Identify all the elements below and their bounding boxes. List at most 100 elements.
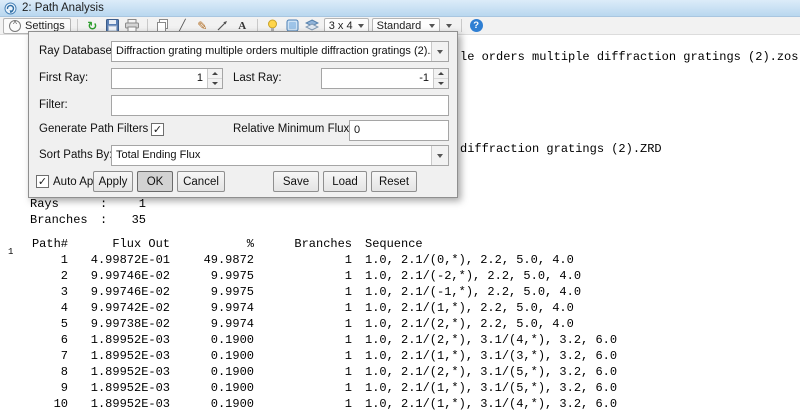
cell-percent: 9.9974 <box>170 316 254 332</box>
apply-button[interactable]: Apply <box>93 171 133 192</box>
cell-percent: 49.9872 <box>170 252 254 268</box>
style-label: Standard <box>377 20 422 32</box>
generate-path-filters-label: Generate Path Filters <box>39 120 148 139</box>
cell-flux-out: 1.89952E-03 <box>68 364 170 380</box>
path-analysis-window: 2: Path Analysis ^ Settings ↻ ╱ <box>0 0 800 412</box>
window-title: 2: Path Analysis <box>22 2 104 14</box>
stat-label: Rays <box>30 196 100 212</box>
table-row: 10 1.89952E-03 0.1900 1 1.0, 2.1/(1,*), … <box>30 396 617 412</box>
text-fragment-zrd: diffraction gratings (2).ZRD <box>460 142 662 156</box>
cell-branches: 1 <box>254 268 352 284</box>
cell-flux-out: 9.99738E-02 <box>68 316 170 332</box>
spin-down-icon[interactable] <box>434 79 448 88</box>
separator <box>461 19 462 32</box>
cell-branches: 1 <box>254 316 352 332</box>
cell-percent: 0.1900 <box>170 332 254 348</box>
cell-branches: 1 <box>254 252 352 268</box>
cell-path: 4 <box>30 300 68 316</box>
table-row: 2 9.99746E-02 9.9975 1 1.0, 2.1/(-2,*), … <box>30 268 617 284</box>
refresh-icon: ↻ <box>87 20 97 32</box>
table-row: 5 9.99738E-02 9.9974 1 1.0, 2.1/(2,*), 2… <box>30 316 617 332</box>
cancel-button[interactable]: Cancel <box>177 171 225 192</box>
path-table: Path# Flux Out % Branches Sequence 1 4.9… <box>30 236 617 412</box>
spin-up-icon[interactable] <box>434 69 448 79</box>
chevron-down-icon <box>446 24 452 28</box>
cell-sequence: 1.0, 2.1/(-2,*), 2.2, 5.0, 4.0 <box>365 268 581 284</box>
chevron-down-icon <box>358 24 364 28</box>
first-ray-spinner[interactable]: 1 <box>111 68 223 89</box>
reset-button[interactable]: Reset <box>371 171 417 192</box>
spinner-buttons[interactable] <box>433 69 448 88</box>
chevron-down-icon[interactable] <box>431 146 448 165</box>
table-row: 7 1.89952E-03 0.1900 1 1.0, 2.1/(1,*), 3… <box>30 348 617 364</box>
cell-percent: 9.9975 <box>170 268 254 284</box>
relative-min-flux-value: 0 <box>350 121 448 140</box>
settings-panel: Ray Database: Diffraction grating multip… <box>28 31 458 198</box>
ok-button[interactable]: OK <box>137 171 173 192</box>
table-row: 8 1.89952E-03 0.1900 1 1.0, 2.1/(2,*), 3… <box>30 364 617 380</box>
filter-label: Filter: <box>39 95 68 116</box>
stat-value: 35 <box>114 212 146 228</box>
stat-colon: : <box>100 212 114 228</box>
relative-min-flux-input[interactable]: 0 <box>349 120 449 141</box>
cell-path: 1 <box>30 252 68 268</box>
load-button[interactable]: Load <box>323 171 367 192</box>
last-ray-label: Last Ray: <box>233 68 282 89</box>
filter-value <box>112 96 448 115</box>
spin-down-icon[interactable] <box>208 79 222 88</box>
column-header-flux-out: Flux Out <box>68 236 170 252</box>
text-icon: A <box>238 20 246 32</box>
ray-database-dropdown[interactable]: Diffraction grating multiple orders mult… <box>111 41 449 62</box>
cell-sequence: 1.0, 2.1/(1,*), 3.1/(3,*), 3.2, 6.0 <box>365 348 617 364</box>
sort-paths-by-value: Total Ending Flux <box>112 146 431 165</box>
cell-sequence: 1.0, 2.1/(2,*), 3.1/(4,*), 3.2, 6.0 <box>365 332 617 348</box>
cell-flux-out: 1.89952E-03 <box>68 396 170 412</box>
generate-path-filters-checkbox[interactable]: ✓ <box>151 123 164 136</box>
window-icon <box>4 2 17 15</box>
filter-input[interactable] <box>111 95 449 116</box>
cell-sequence: 1.0, 2.1/(2,*), 3.1/(5,*), 3.2, 6.0 <box>365 364 617 380</box>
last-ray-spinner[interactable]: -1 <box>321 68 449 89</box>
chevron-down-icon[interactable] <box>431 42 448 61</box>
title-bar[interactable]: 2: Path Analysis <box>0 0 800 17</box>
spinner-buttons[interactable] <box>207 69 222 88</box>
cell-percent: 9.9974 <box>170 300 254 316</box>
stat-branches: Branches : 35 <box>30 212 146 228</box>
cell-flux-out: 1.89952E-03 <box>68 380 170 396</box>
ray-database-value: Diffraction grating multiple orders mult… <box>112 42 431 61</box>
cell-percent: 0.1900 <box>170 380 254 396</box>
cell-sequence: 1.0, 2.1/(0,*), 2.2, 5.0, 4.0 <box>365 252 574 268</box>
cell-flux-out: 9.99746E-02 <box>68 284 170 300</box>
text-fragment-zos: le orders multiple diffraction gratings … <box>460 50 798 64</box>
table-row: 3 9.99746E-02 9.9975 1 1.0, 2.1/(-1,*), … <box>30 284 617 300</box>
cell-branches: 1 <box>254 332 352 348</box>
cell-flux-out: 1.89952E-03 <box>68 348 170 364</box>
cell-percent: 0.1900 <box>170 348 254 364</box>
stat-value: 1 <box>114 196 146 212</box>
table-row: 9 1.89952E-03 0.1900 1 1.0, 2.1/(1,*), 3… <box>30 380 617 396</box>
help-button[interactable]: ? <box>468 18 485 34</box>
save-button[interactable]: Save <box>273 171 319 192</box>
cell-flux-out: 9.99742E-02 <box>68 300 170 316</box>
column-header-branches: Branches <box>254 236 352 252</box>
cell-branches: 1 <box>254 364 352 380</box>
cell-path: 3 <box>30 284 68 300</box>
chevron-down-icon <box>429 24 435 28</box>
auto-apply-checkbox[interactable]: ✓ <box>36 175 49 188</box>
cell-path: 6 <box>30 332 68 348</box>
cell-branches: 1 <box>254 300 352 316</box>
column-header-sequence: Sequence <box>365 236 423 252</box>
cell-sequence: 1.0, 2.1/(1,*), 2.2, 5.0, 4.0 <box>365 300 574 316</box>
table-header-row: Path# Flux Out % Branches Sequence <box>30 236 617 252</box>
spin-up-icon[interactable] <box>208 69 222 79</box>
check-icon: ✓ <box>38 176 47 187</box>
grid-size-label: 3 x 4 <box>329 20 353 32</box>
cell-sequence: 1.0, 2.1/(-1,*), 2.2, 5.0, 4.0 <box>365 284 581 300</box>
sort-paths-by-dropdown[interactable]: Total Ending Flux <box>111 145 449 166</box>
pencil-icon: ✎ <box>197 20 207 32</box>
cell-flux-out: 9.99746E-02 <box>68 268 170 284</box>
stat-rays: Rays : 1 <box>30 196 146 212</box>
cell-path: 5 <box>30 316 68 332</box>
cell-flux-out: 1.89952E-03 <box>68 332 170 348</box>
cell-percent: 0.1900 <box>170 364 254 380</box>
